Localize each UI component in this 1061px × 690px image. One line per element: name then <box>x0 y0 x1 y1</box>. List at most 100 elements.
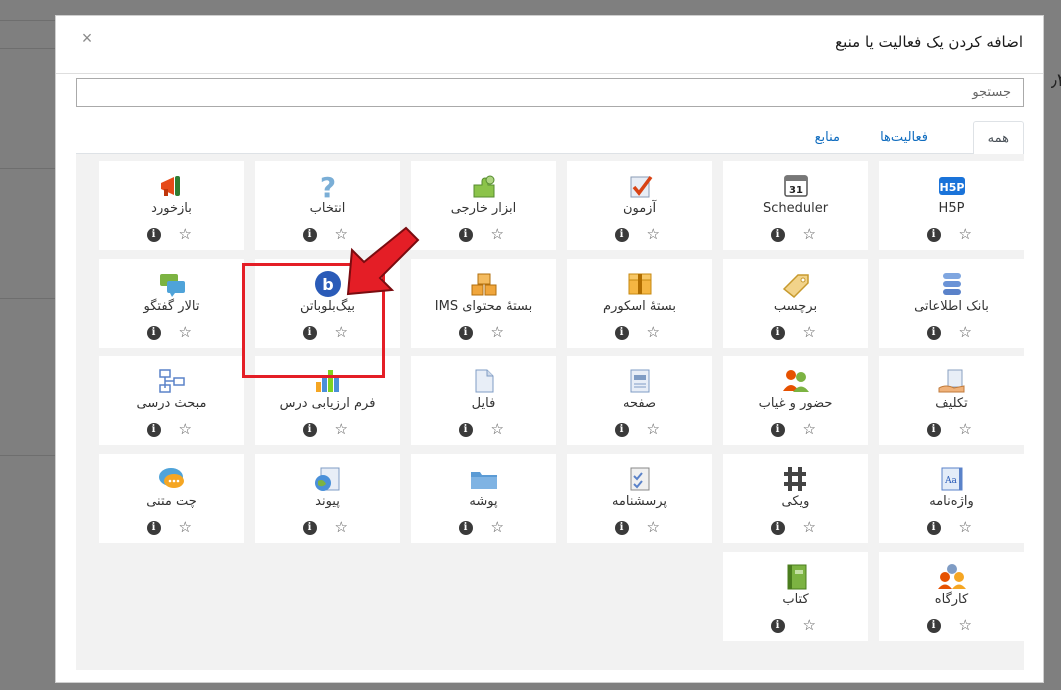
activity-tile-questionnaire[interactable]: پرسشنامه i ☆ <box>567 454 712 543</box>
star-icon[interactable]: ☆ <box>803 518 816 536</box>
info-icon[interactable]: i <box>614 326 629 340</box>
star-icon[interactable]: ☆ <box>179 518 192 536</box>
info-icon[interactable]: i <box>770 228 785 242</box>
activity-tile-label: ویکی <box>781 494 810 509</box>
activity-tile-url-globe[interactable]: پیوند i ☆ <box>255 454 400 543</box>
star-icon[interactable]: ☆ <box>959 225 972 243</box>
info-icon[interactable]: i <box>458 326 473 340</box>
activity-tile-tag[interactable]: برچسب i ☆ <box>723 259 868 348</box>
star-icon[interactable]: ☆ <box>491 225 504 243</box>
star-icon[interactable]: ☆ <box>647 323 660 341</box>
tab-activities[interactable]: فعالیت‌ها <box>866 121 942 154</box>
tile-actions: i ☆ <box>146 323 197 341</box>
info-icon[interactable]: i <box>302 521 317 535</box>
svg-text:?: ? <box>319 171 335 201</box>
activity-tile-label: آزمون <box>622 201 657 216</box>
info-icon[interactable]: i <box>458 228 473 242</box>
star-icon[interactable]: ☆ <box>803 420 816 438</box>
star-icon[interactable]: ☆ <box>179 225 192 243</box>
info-icon[interactable]: i <box>770 423 785 437</box>
star-icon[interactable]: ☆ <box>803 616 816 634</box>
activity-tile-wiki-hash[interactable]: ویکی i ☆ <box>723 454 868 543</box>
info-icon[interactable]: i <box>458 423 473 437</box>
info-icon[interactable]: i <box>302 423 317 437</box>
activity-tile-workshop[interactable]: کارگاه i ☆ <box>879 552 1024 641</box>
activity-tile-label: انتخاب <box>309 201 346 216</box>
info-icon[interactable]: i <box>302 228 317 242</box>
activity-tile-h5p[interactable]: H5P H5P i ☆ <box>879 161 1024 250</box>
star-icon[interactable]: ☆ <box>959 616 972 634</box>
star-icon[interactable]: ☆ <box>647 420 660 438</box>
activity-tile-label: فایل <box>471 396 496 411</box>
activity-tile-label: پوشه <box>469 494 498 509</box>
star-icon[interactable]: ☆ <box>491 323 504 341</box>
info-icon[interactable]: i <box>770 521 785 535</box>
star-icon[interactable]: ☆ <box>491 420 504 438</box>
activity-tile-file[interactable]: فایل i ☆ <box>411 356 556 445</box>
activity-tile-database[interactable]: بانک اطلاعاتی i ☆ <box>879 259 1024 348</box>
info-icon[interactable]: i <box>770 619 785 633</box>
tab-all[interactable]: همه <box>972 121 1024 155</box>
activity-tile-calendar[interactable]: 31 Scheduler i ☆ <box>723 161 868 250</box>
info-icon[interactable]: i <box>926 228 941 242</box>
star-icon[interactable]: ☆ <box>647 518 660 536</box>
info-icon[interactable]: i <box>926 423 941 437</box>
star-icon[interactable]: ☆ <box>335 518 348 536</box>
info-icon[interactable]: i <box>458 521 473 535</box>
quiz-check-icon <box>624 171 656 201</box>
info-icon[interactable]: i <box>926 619 941 633</box>
tab-resources[interactable]: منابع <box>801 121 854 154</box>
book-icon <box>780 562 812 592</box>
info-icon[interactable]: i <box>146 423 161 437</box>
info-icon[interactable]: i <box>614 423 629 437</box>
activity-tile-hierarchy[interactable]: مبحث درسی i ☆ <box>99 356 244 445</box>
star-icon[interactable]: ☆ <box>959 323 972 341</box>
activity-tile-label: چت متنی <box>146 494 197 509</box>
star-icon[interactable]: ☆ <box>179 420 192 438</box>
activity-tile-assignment-hand[interactable]: تکلیف i ☆ <box>879 356 1024 445</box>
attendance-people-icon <box>780 366 812 396</box>
search-input[interactable] <box>76 78 1024 107</box>
info-icon[interactable]: i <box>146 521 161 535</box>
activity-tile-label: پیوند <box>315 494 340 509</box>
info-icon[interactable]: i <box>146 326 161 340</box>
tile-actions: i ☆ <box>926 323 977 341</box>
info-icon[interactable]: i <box>146 228 161 242</box>
info-icon[interactable]: i <box>614 521 629 535</box>
activity-tile-page[interactable]: صفحه i ☆ <box>567 356 712 445</box>
star-icon[interactable]: ☆ <box>803 323 816 341</box>
info-icon[interactable]: i <box>770 326 785 340</box>
tag-icon <box>780 269 812 299</box>
activity-tile-puzzle[interactable]: ابزار خارجی i ☆ <box>411 161 556 250</box>
tile-actions: i ☆ <box>458 420 509 438</box>
activity-tile-forum-bubbles[interactable]: تالار گفتگو i ☆ <box>99 259 244 348</box>
star-icon[interactable]: ☆ <box>491 518 504 536</box>
star-icon[interactable]: ☆ <box>959 518 972 536</box>
database-icon <box>936 269 968 299</box>
star-icon[interactable]: ☆ <box>647 225 660 243</box>
close-icon[interactable]: × <box>76 27 98 49</box>
activity-tile-glossary[interactable]: Aa واژه‌نامه i ☆ <box>879 454 1024 543</box>
activity-tile-book[interactable]: کتاب i ☆ <box>723 552 868 641</box>
star-icon[interactable]: ☆ <box>179 323 192 341</box>
tile-actions: i ☆ <box>614 323 665 341</box>
activity-tile-megaphone[interactable]: بازخورد i ☆ <box>99 161 244 250</box>
star-icon[interactable]: ☆ <box>803 225 816 243</box>
activity-tile-boxes-stack[interactable]: بستهٔ محتوای IMS i ☆ <box>411 259 556 348</box>
info-icon[interactable]: i <box>614 228 629 242</box>
activity-tile-label: حضور و غیاب <box>758 396 833 411</box>
activity-tile-label: مبحث درسی <box>136 396 207 411</box>
hierarchy-icon <box>156 366 188 396</box>
activity-tile-label: فرم ارزیابی درس <box>279 396 376 411</box>
boxes-stack-icon <box>468 269 500 299</box>
info-icon[interactable]: i <box>926 521 941 535</box>
star-icon[interactable]: ☆ <box>335 420 348 438</box>
activity-tile-attendance-people[interactable]: حضور و غیاب i ☆ <box>723 356 868 445</box>
activity-tile-quiz-check[interactable]: آزمون i ☆ <box>567 161 712 250</box>
activity-tile-chat[interactable]: چت متنی i ☆ <box>99 454 244 543</box>
activity-tile-folder[interactable]: پوشه i ☆ <box>411 454 556 543</box>
info-icon[interactable]: i <box>926 326 941 340</box>
activity-tile-package-box[interactable]: بستهٔ اسکورم i ☆ <box>567 259 712 348</box>
star-icon[interactable]: ☆ <box>959 420 972 438</box>
activity-tile-label: بستهٔ محتوای IMS <box>434 299 533 314</box>
